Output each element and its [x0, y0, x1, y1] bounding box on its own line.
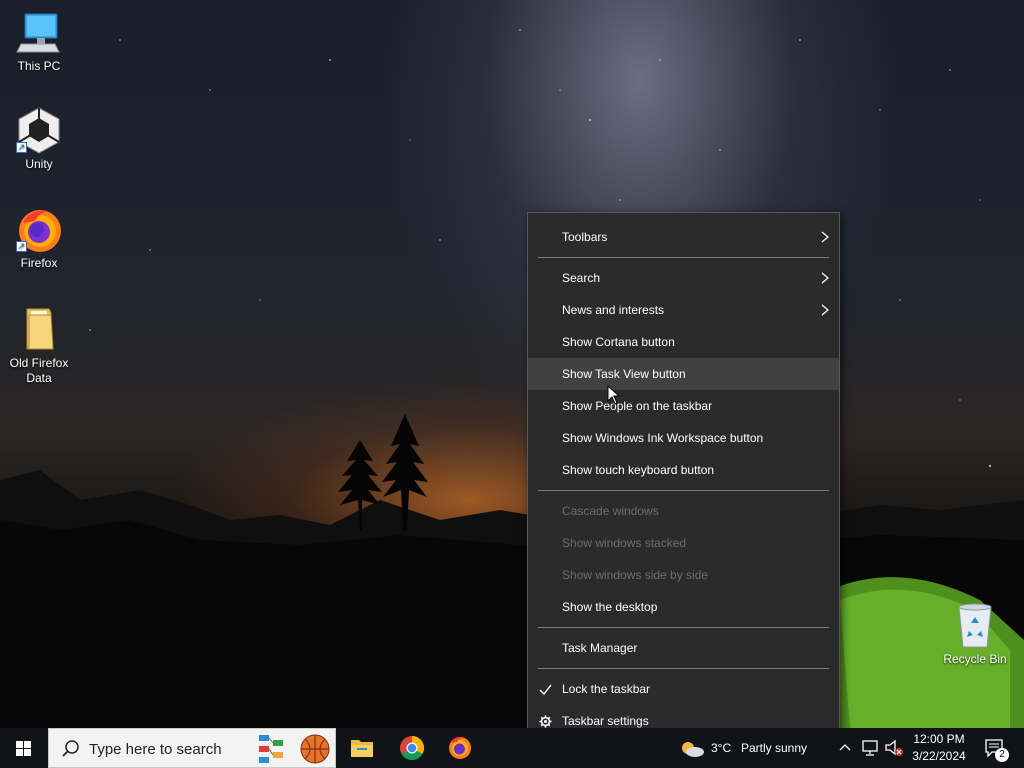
menu-item-show-task-view-button[interactable]: Show Task View button	[528, 358, 839, 390]
menu-item-cascade-windows: Cascade windows	[528, 495, 839, 527]
menu-item-label: Taskbar settings	[562, 714, 649, 728]
menu-item-show-windows-side-by-side: Show windows side by side	[528, 559, 839, 591]
desktop-icon-label: Unity	[25, 157, 53, 171]
firefox-icon: ↗	[15, 205, 63, 253]
menu-item-label: Lock the taskbar	[562, 682, 651, 696]
taskbar-search-box[interactable]: Type here to search	[48, 728, 336, 768]
taskbar-file-explorer[interactable]	[338, 728, 386, 768]
desktop-icon-label: Firefox	[20, 256, 58, 270]
volume-muted-icon[interactable]	[884, 739, 904, 757]
search-icon	[62, 740, 79, 757]
weather-condition[interactable]: Partly sunny	[741, 741, 807, 755]
notification-count-badge: 2	[995, 748, 1009, 762]
gear-icon	[539, 715, 552, 728]
menu-item-label: Show windows stacked	[562, 536, 687, 550]
menu-separator	[538, 490, 829, 491]
weather-partly-sunny-icon	[682, 742, 704, 757]
menu-separator	[538, 627, 829, 628]
desktop-icon-firefox[interactable]: ↗ Firefox	[1, 205, 77, 271]
taskbar-chrome[interactable]	[388, 728, 436, 768]
search-highlight-icon	[259, 735, 283, 763]
clock-time: 12:00 PM	[913, 732, 965, 746]
desktop-icon-recycle-bin[interactable]: Recycle Bin	[937, 601, 1013, 667]
menu-item-show-touch-keyboard[interactable]: Show touch keyboard button	[528, 454, 839, 486]
desktop-icon-label: This PC	[17, 59, 61, 73]
menu-item-label: Show Task View button	[562, 367, 686, 381]
menu-item-label: Show touch keyboard button	[562, 463, 715, 477]
menu-item-label: Cascade windows	[562, 504, 659, 518]
desktop-icon-label: Old Firefox Data	[9, 356, 69, 385]
weather-temperature[interactable]: 3°C	[711, 741, 731, 755]
desktop-icon-unity[interactable]: ↗ Unity	[1, 106, 77, 172]
desktop-icon-this-pc[interactable]: This PC	[1, 8, 77, 74]
shortcut-arrow-icon: ↗	[16, 142, 27, 153]
menu-item-show-cortana-button[interactable]: Show Cortana button	[528, 326, 839, 358]
menu-item-label: Task Manager	[562, 641, 638, 655]
search-placeholder: Type here to search	[89, 741, 222, 758]
menu-separator	[538, 257, 829, 258]
start-button[interactable]	[0, 728, 48, 768]
menu-item-label: Show the desktop	[562, 600, 658, 614]
taskbar-clock[interactable]: 12:00 PM 3/22/2024	[906, 731, 972, 765]
menu-item-show-windows-ink[interactable]: Show Windows Ink Workspace button	[528, 422, 839, 454]
menu-item-search[interactable]: Search	[528, 262, 839, 294]
action-center-button[interactable]: 2	[978, 728, 1024, 768]
windows-logo-icon	[16, 741, 31, 756]
computer-icon	[15, 8, 63, 56]
chevron-right-icon	[821, 272, 829, 284]
menu-separator	[538, 668, 829, 669]
menu-item-label: Show Windows Ink Workspace button	[562, 431, 764, 445]
checkmark-icon	[539, 684, 552, 696]
folder-icon	[15, 305, 63, 353]
menu-item-label: Show Cortana button	[562, 335, 675, 349]
clock-date: 3/22/2024	[912, 749, 966, 763]
mouse-cursor-icon	[607, 385, 621, 405]
menu-item-show-windows-stacked: Show windows stacked	[528, 527, 839, 559]
menu-item-toolbars[interactable]: Toolbars	[528, 221, 839, 253]
taskbar[interactable]: Type here to search 3°C Partly sunny 12:…	[0, 728, 1024, 768]
menu-item-lock-the-taskbar[interactable]: Lock the taskbar	[528, 673, 839, 705]
menu-item-label: News and interests	[562, 303, 665, 317]
file-explorer-icon	[351, 740, 373, 757]
menu-item-label: Show People on the taskbar	[562, 399, 713, 413]
menu-item-task-manager[interactable]: Task Manager	[528, 632, 839, 664]
recycle-bin-icon	[951, 601, 999, 649]
menu-item-label: Show windows side by side	[562, 568, 709, 582]
menu-item-news-and-interests[interactable]: News and interests	[528, 294, 839, 326]
firefox-icon	[449, 736, 471, 759]
taskbar-firefox[interactable]	[436, 728, 484, 768]
unity-icon: ↗	[15, 106, 63, 154]
taskbar-context-menu: Toolbars Search News and interests Show …	[527, 212, 840, 746]
desktop-icon-old-firefox-data[interactable]: Old Firefox Data	[1, 305, 77, 386]
basketball-icon	[300, 734, 330, 764]
menu-item-show-the-desktop[interactable]: Show the desktop	[528, 591, 839, 623]
chevron-right-icon	[821, 231, 829, 243]
chevron-right-icon	[821, 304, 829, 316]
menu-item-label: Search	[562, 271, 601, 285]
menu-item-label: Toolbars	[562, 230, 608, 244]
menu-item-show-people[interactable]: Show People on the taskbar	[528, 390, 839, 422]
desktop-background[interactable]: This PC ↗ Unity ↗ Firefox Old Firefox Da…	[0, 0, 1024, 728]
chevron-up-icon[interactable]	[838, 741, 852, 755]
wallpaper-landscape	[0, 414, 1024, 728]
chrome-icon	[400, 735, 424, 761]
desktop-icon-label: Recycle Bin	[943, 652, 1007, 666]
shortcut-arrow-icon: ↗	[16, 241, 27, 252]
network-icon[interactable]	[861, 739, 879, 757]
